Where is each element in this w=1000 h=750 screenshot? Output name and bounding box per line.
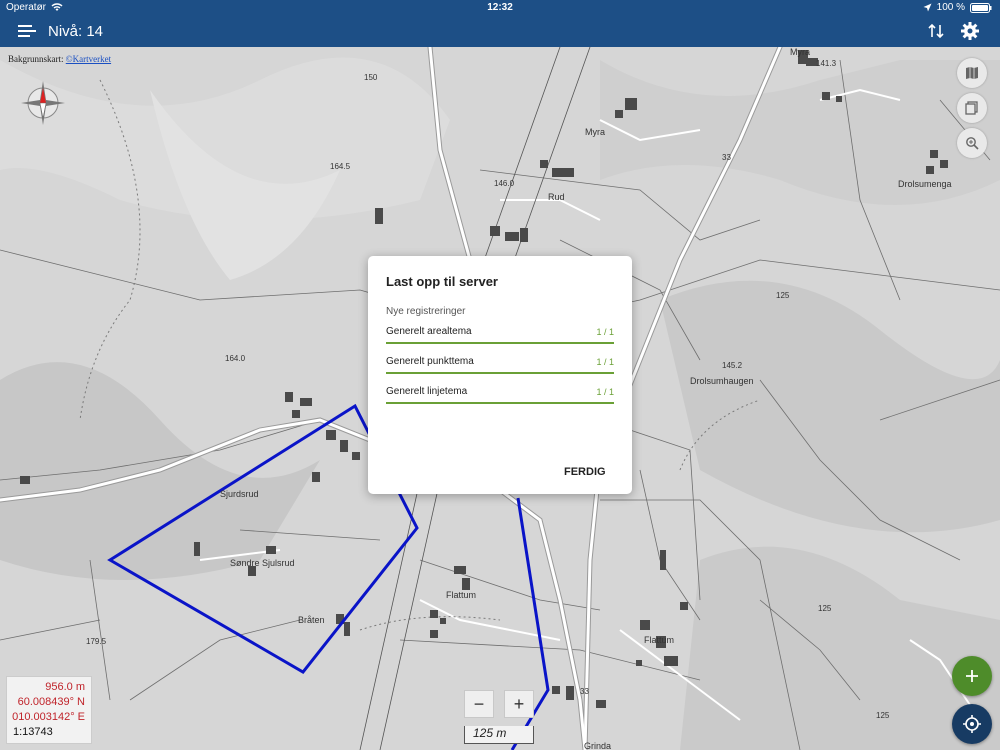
upload-row: Generelt punkttema 1 / 1 [386,354,614,374]
crosshair-icon [963,715,981,733]
location-arrow-icon [923,3,932,12]
latitude-readout: 60.008439° N [17,696,85,708]
height-label: 145.2 [722,361,743,370]
upload-row-count: 1 / 1 [596,327,614,337]
sync-arrows-icon[interactable] [926,21,946,41]
contour-label: 125 [818,604,832,613]
upload-row: Generelt linjetema 1 / 1 [386,384,614,404]
map-label: Flattum [644,635,675,645]
zoom-in-button[interactable]: + [504,690,534,718]
hamburger-menu-icon[interactable] [18,23,36,39]
map-label: Flattum [446,590,477,600]
done-button[interactable]: FERDIG [564,466,606,478]
upload-row-label: Generelt linjetema [386,386,468,397]
road-number: 33 [580,687,589,696]
status-bar: Operatør 12:32 100 % [0,0,1000,15]
map-label: Bråten [298,615,325,625]
map-label: Rud [548,192,565,202]
altitude-readout: 956.0 m [45,681,85,693]
upload-row: Generelt arealtema 1 / 1 [386,324,614,344]
upload-row-label: Generelt arealtema [386,326,472,337]
settings-gear-icon[interactable] [960,21,980,41]
height-label: 146.0 [494,179,515,188]
scale-readout: 1:13743 [13,726,53,738]
dialog-title: Last opp til server [386,274,498,289]
contour-label: 125 [876,711,890,720]
dialog-subtitle: Nye registreringer [386,306,466,317]
longitude-readout: 010.003142° E [12,711,85,723]
copy-button[interactable] [957,93,987,123]
upload-row-label: Generelt punkttema [386,356,474,367]
map-icon [966,67,978,79]
upload-row-count: 1 / 1 [596,357,614,367]
height-label: 164.5 [330,162,351,171]
zoom-level-title: Nivå: 14 [48,23,104,40]
map-label: Sjurdsrud [220,489,259,499]
battery-percent: 100 % [936,2,965,13]
position-info-panel: 956.0 m 60.008439° N 010.003142° E 1:137… [6,676,92,744]
app-bar: Nivå: 14 [0,15,1000,47]
map-label: Myra [585,127,605,137]
road-number: 33 [722,153,731,162]
map-label: Drolsumhaugen [690,376,754,386]
battery-icon [970,2,992,13]
height-label: 164.0 [225,354,246,363]
zoom-out-button[interactable]: − [464,690,494,718]
map-label: Myra [790,47,810,57]
scale-bar: 125 m [464,726,534,744]
height-label: 179.5 [86,637,107,646]
map-attribution: Bakgrunnskart: ©Kartverket [8,54,112,64]
magnifier-zoom-icon [966,137,979,150]
add-feature-button[interactable] [952,656,992,696]
clock: 12:32 [487,2,513,13]
contour-label: 150 [364,73,378,82]
zoom-search-button[interactable] [957,128,987,158]
height-label: 141.3 [816,59,837,68]
map-label: Søndre Sjulsrud [230,558,295,568]
my-location-button[interactable] [952,704,992,744]
upload-dialog: Last opp til server Nye registreringer G… [368,256,632,494]
zoom-controls: − + [464,690,534,718]
kartverket-link[interactable]: ©Kartverket [66,54,111,64]
contour-label: 125 [776,291,790,300]
plus-icon [966,670,978,682]
map-label: Drolsumenga [898,179,952,189]
map-label: Grinda [584,741,612,750]
compass-icon[interactable] [20,80,66,126]
map-layers-button[interactable] [957,58,987,88]
copy-icon [965,101,978,115]
upload-row-count: 1 / 1 [596,387,614,397]
